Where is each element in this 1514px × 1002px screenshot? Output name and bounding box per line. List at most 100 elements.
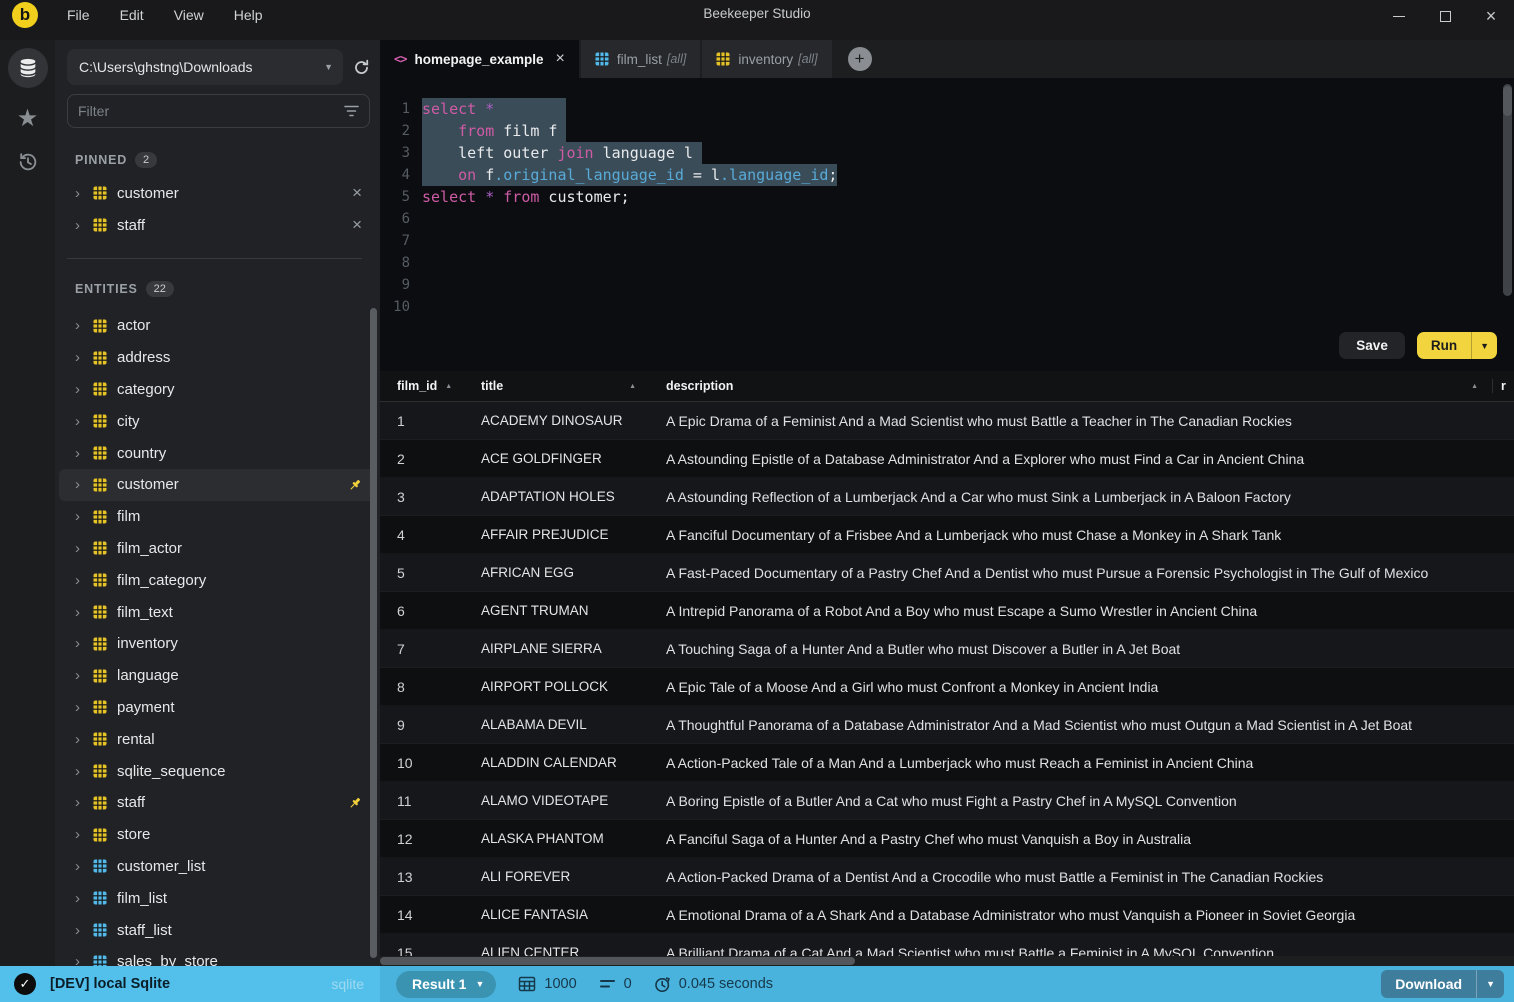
pin-button[interactable] bbox=[344, 478, 366, 492]
chevron-right-icon[interactable]: › bbox=[75, 635, 93, 652]
chevron-right-icon[interactable]: › bbox=[75, 604, 93, 621]
pin-button[interactable] bbox=[344, 796, 366, 810]
horizontal-scrollbar[interactable] bbox=[380, 956, 1514, 966]
sidebar-item-film_actor[interactable]: › film_actor bbox=[55, 533, 380, 565]
save-button[interactable]: Save bbox=[1339, 332, 1405, 359]
chevron-right-icon[interactable]: › bbox=[75, 763, 93, 780]
tab-homepage_example[interactable]: <> homepage_example × bbox=[380, 40, 579, 78]
chevron-right-icon[interactable]: › bbox=[75, 953, 93, 966]
chevron-right-icon[interactable]: › bbox=[75, 476, 93, 493]
sidebar-item-sqlite_sequence[interactable]: › sqlite_sequence bbox=[55, 755, 380, 787]
table-row[interactable]: 2 ACE GOLDFINGER A Astounding Epistle of… bbox=[380, 440, 1514, 478]
run-button[interactable]: Run ▼ bbox=[1416, 332, 1497, 359]
pinned-item-staff[interactable]: › staff × bbox=[55, 209, 380, 241]
run-button-label[interactable]: Run bbox=[1417, 338, 1471, 353]
run-dropdown-caret[interactable]: ▼ bbox=[1471, 332, 1497, 359]
filter-input[interactable] bbox=[78, 103, 344, 119]
column-header-title[interactable]: title ▲ bbox=[470, 379, 650, 393]
sidebar-item-film[interactable]: › film bbox=[55, 501, 380, 533]
pinned-item-customer[interactable]: › customer × bbox=[55, 177, 380, 209]
table-row[interactable]: 11 ALAMO VIDEOTAPE A Boring Epistle of a… bbox=[380, 782, 1514, 820]
chevron-right-icon[interactable]: › bbox=[75, 217, 93, 234]
minimize-button[interactable] bbox=[1376, 1, 1422, 31]
favorites-button[interactable]: ★ bbox=[17, 104, 39, 133]
sidebar-item-inventory[interactable]: › inventory bbox=[55, 628, 380, 660]
table-row[interactable]: 9 ALABAMA DEVIL A Thoughtful Panorama of… bbox=[380, 706, 1514, 744]
menu-file[interactable]: File bbox=[52, 3, 105, 27]
chevron-right-icon[interactable]: › bbox=[75, 413, 93, 430]
sidebar-item-rental[interactable]: › rental bbox=[55, 723, 380, 755]
download-dropdown-caret[interactable]: ▼ bbox=[1476, 970, 1504, 998]
code-line[interactable]: on f.original_language_id = l.language_i… bbox=[422, 164, 838, 186]
chevron-right-icon[interactable]: › bbox=[75, 667, 93, 684]
new-tab-button[interactable]: + bbox=[847, 47, 872, 71]
chevron-right-icon[interactable]: › bbox=[75, 349, 93, 366]
chevron-right-icon[interactable]: › bbox=[75, 699, 93, 716]
horizontal-scrollbar-thumb[interactable] bbox=[380, 957, 855, 965]
unpin-icon[interactable]: × bbox=[348, 215, 366, 235]
code-line[interactable]: from film f bbox=[422, 120, 837, 142]
sidebar-item-actor[interactable]: › actor bbox=[55, 310, 380, 342]
code-line[interactable]: select * bbox=[422, 98, 837, 120]
sidebar-item-staff_list[interactable]: › staff_list bbox=[55, 914, 380, 946]
chevron-right-icon[interactable]: › bbox=[75, 185, 93, 202]
table-row[interactable]: 4 AFFAIR PREJUDICE A Fanciful Documentar… bbox=[380, 516, 1514, 554]
maximize-button[interactable] bbox=[1422, 1, 1468, 31]
sidebar-item-payment[interactable]: › payment bbox=[55, 692, 380, 724]
sidebar-scrollbar-thumb[interactable] bbox=[370, 308, 377, 958]
menu-edit[interactable]: Edit bbox=[105, 3, 159, 27]
table-row[interactable]: 8 AIRPORT POLLOCK A Epic Tale of a Moose… bbox=[380, 668, 1514, 706]
results-scrollbar-thumb[interactable] bbox=[1503, 86, 1512, 116]
table-row[interactable]: 7 AIRPLANE SIERRA A Touching Saga of a H… bbox=[380, 630, 1514, 668]
sidebar-item-store[interactable]: › store bbox=[55, 819, 380, 851]
chevron-right-icon[interactable]: › bbox=[75, 731, 93, 748]
table-row[interactable]: 10 ALADDIN CALENDAR A Action-Packed Tale… bbox=[380, 744, 1514, 782]
tab-film_list[interactable]: film_list [all] bbox=[580, 40, 701, 78]
chevron-right-icon[interactable]: › bbox=[75, 794, 93, 811]
menu-view[interactable]: View bbox=[159, 3, 219, 27]
sidebar-item-film_category[interactable]: › film_category bbox=[55, 564, 380, 596]
sidebar-item-country[interactable]: › country bbox=[55, 437, 380, 469]
chevron-right-icon[interactable]: › bbox=[75, 826, 93, 843]
column-header-description[interactable]: description ▲ bbox=[650, 379, 1492, 393]
chevron-right-icon[interactable]: › bbox=[75, 317, 93, 334]
chevron-right-icon[interactable]: › bbox=[75, 381, 93, 398]
code-line[interactable]: select * from customer; bbox=[422, 186, 837, 208]
sidebar-item-city[interactable]: › city bbox=[55, 405, 380, 437]
tab-inventory[interactable]: inventory [all] bbox=[702, 40, 832, 78]
table-row[interactable]: 1 ACADEMY DINOSAUR A Epic Drama of a Fem… bbox=[380, 402, 1514, 440]
sidebar-item-film_list[interactable]: › film_list bbox=[55, 882, 380, 914]
column-header-next-clipped[interactable]: r bbox=[1492, 379, 1514, 393]
sidebar-item-sales_by_store[interactable]: › sales_by_store bbox=[55, 946, 380, 966]
table-row[interactable]: 15 ALIEN CENTER A Brilliant Drama of a C… bbox=[380, 934, 1514, 956]
sidebar-item-customer_list[interactable]: › customer_list bbox=[55, 851, 380, 883]
chevron-right-icon[interactable]: › bbox=[75, 858, 93, 875]
close-button[interactable]: × bbox=[1468, 1, 1514, 31]
result-selector-button[interactable]: Result 1 ▼ bbox=[396, 970, 497, 998]
chevron-right-icon[interactable]: › bbox=[75, 540, 93, 557]
refresh-button[interactable] bbox=[353, 59, 370, 76]
tab-close-icon[interactable]: × bbox=[556, 50, 565, 68]
column-header-film-id[interactable]: film_id ▲ bbox=[380, 379, 470, 393]
table-row[interactable]: 6 AGENT TRUMAN A Intrepid Panorama of a … bbox=[380, 592, 1514, 630]
sidebar-item-address[interactable]: › address bbox=[55, 342, 380, 374]
menu-help[interactable]: Help bbox=[219, 3, 278, 27]
chevron-right-icon[interactable]: › bbox=[75, 890, 93, 907]
chevron-right-icon[interactable]: › bbox=[75, 445, 93, 462]
sidebar-item-category[interactable]: › category bbox=[55, 374, 380, 406]
database-panel-button[interactable] bbox=[7, 48, 48, 88]
table-row[interactable]: 12 ALASKA PHANTOM A Fanciful Saga of a H… bbox=[380, 820, 1514, 858]
sql-editor[interactable]: 1 2 3 4 5 6 7 8 9 10 select * from film f left ou… bbox=[380, 78, 1514, 371]
table-row[interactable]: 3 ADAPTATION HOLES A Astounding Reflecti… bbox=[380, 478, 1514, 516]
table-row[interactable]: 5 AFRICAN EGG A Fast-Paced Documentary o… bbox=[380, 554, 1514, 592]
sidebar-item-customer[interactable]: › customer bbox=[59, 468, 376, 501]
chevron-right-icon[interactable]: › bbox=[75, 508, 93, 525]
unpin-icon[interactable]: × bbox=[348, 183, 366, 203]
sidebar-item-film_text[interactable]: › film_text bbox=[55, 596, 380, 628]
sidebar-item-language[interactable]: › language bbox=[55, 660, 380, 692]
download-button[interactable]: Download ▼ bbox=[1381, 970, 1504, 998]
table-row[interactable]: 14 ALICE FANTASIA A Emotional Drama of a… bbox=[380, 896, 1514, 934]
connection-select[interactable]: C:\Users\ghstng\Downloads ▼ bbox=[67, 49, 343, 85]
history-button[interactable] bbox=[17, 151, 39, 178]
sidebar-item-staff[interactable]: › staff bbox=[55, 787, 380, 819]
